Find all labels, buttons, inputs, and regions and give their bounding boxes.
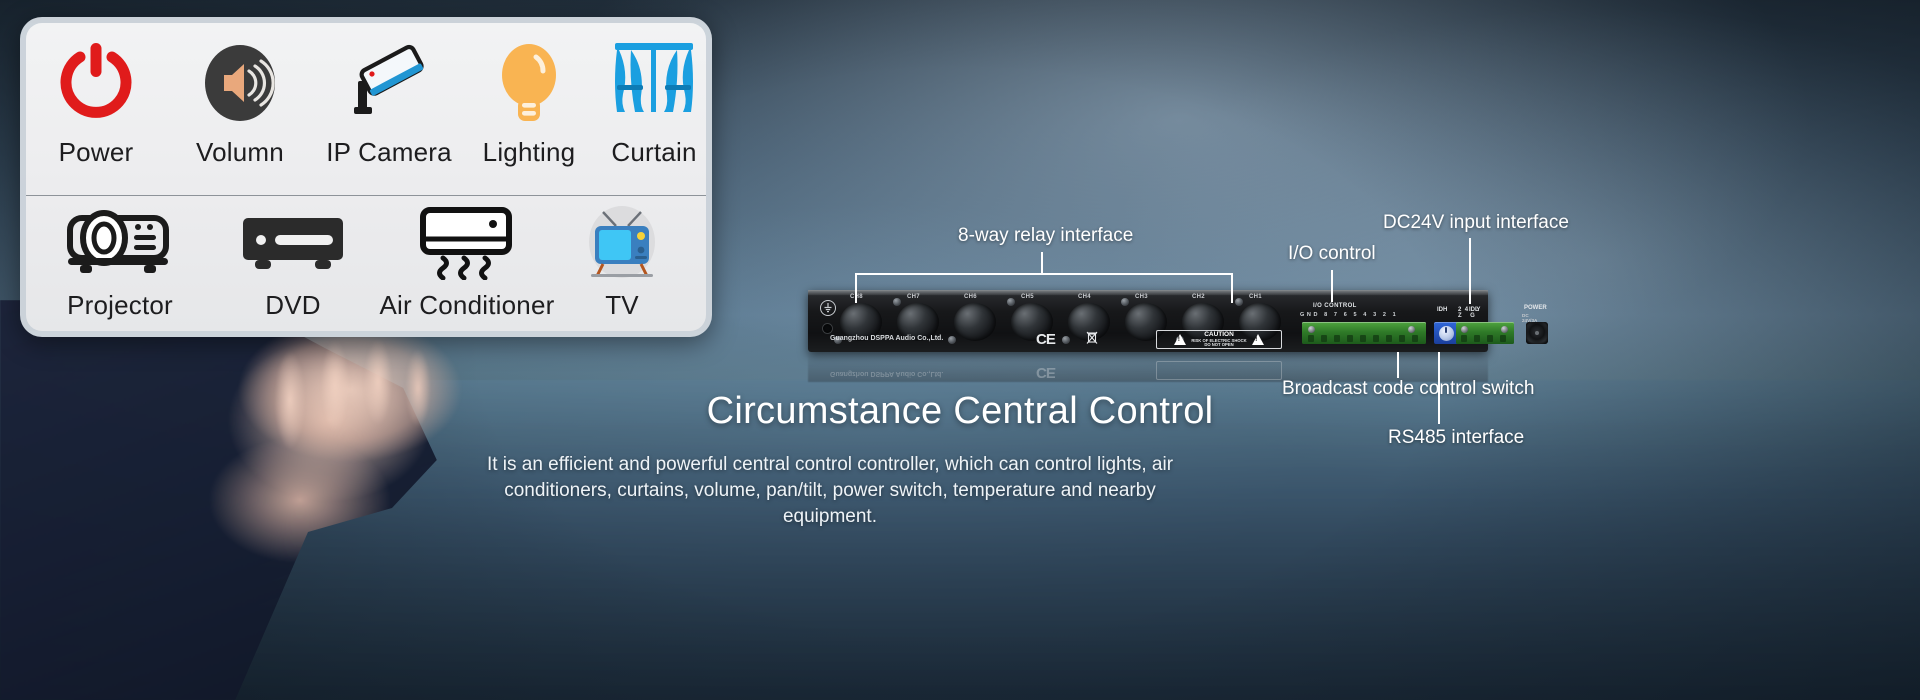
panel-item-label: Volumn xyxy=(196,137,284,167)
callout-io-stem xyxy=(1331,270,1333,302)
control-panel-card: Power Volumn IP Camera Lighting Curtain … xyxy=(20,17,712,337)
projector-icon xyxy=(64,206,176,280)
weee-bin-icon xyxy=(1086,330,1098,346)
caution-line-2: DO NOT OPEN xyxy=(1204,341,1234,347)
reflected-brand-text: Guangzhou DSPPA Audio Co.,Ltd. xyxy=(830,370,944,377)
air-conditioner-icon xyxy=(417,206,517,280)
panel-row-bottom: Projector DVD Air Conditioner TV xyxy=(26,195,706,331)
screw-icon xyxy=(948,336,956,344)
warning-triangle-icon: ! xyxy=(1174,334,1187,345)
panel-item-air-conditioner[interactable]: Air Conditioner xyxy=(372,196,562,331)
caution-label: ! CAUTION RISK OF ELECTRIC SHOCK DO NOT … xyxy=(1156,330,1282,349)
ground-symbol-icon xyxy=(820,300,836,316)
panel-item-lighting[interactable]: Lighting xyxy=(464,23,594,195)
panel-item-label: Power xyxy=(58,137,134,167)
panel-item-dvd[interactable]: DVD xyxy=(214,196,372,331)
panel-item-power[interactable]: Power xyxy=(26,23,166,195)
device-brand-text: Guangzhou DSPPA Audio Co.,Ltd. xyxy=(830,335,944,342)
callout-io-label: I/O control xyxy=(1288,243,1376,264)
channel-label: CH4 xyxy=(1078,294,1091,300)
power-icon xyxy=(58,37,134,129)
page-title: Circumstance Central Control xyxy=(706,390,1214,432)
tv-icon xyxy=(583,206,661,280)
light-bulb-icon xyxy=(496,37,562,129)
dvd-player-icon xyxy=(237,206,349,280)
reflected-ce-mark: CE xyxy=(1036,364,1055,380)
callout-relay-leg-right xyxy=(1231,273,1233,303)
ground-pin[interactable] xyxy=(823,324,832,333)
volume-icon xyxy=(202,37,278,129)
rs485-pin-labels: 24 Y Z G xyxy=(1458,307,1484,319)
panel-item-label: DVD xyxy=(265,290,321,320)
dc24v-input-jack[interactable] xyxy=(1526,322,1548,344)
panel-item-label: Curtain xyxy=(611,137,697,167)
screw-icon xyxy=(893,298,901,306)
ce-mark-icon: CE xyxy=(1036,331,1056,348)
panel-item-curtain[interactable]: Curtain xyxy=(594,23,706,195)
io-control-label: I/O CONTROL xyxy=(1313,303,1357,309)
channel-label: CH2 xyxy=(1192,294,1205,300)
caution-title: CAUTION xyxy=(1204,330,1234,338)
panel-item-label: Projector xyxy=(67,290,173,320)
screw-icon xyxy=(1062,336,1070,344)
dip-label-idh: IDH xyxy=(1437,307,1448,313)
callout-dc24v-stem xyxy=(1469,238,1471,304)
rs485-terminal-block[interactable] xyxy=(1456,322,1514,344)
central-control-device: CH8 CH7 CH6 CH5 CH4 CH3 CH2 CH1 Guangzho… xyxy=(808,290,1548,352)
screw-icon xyxy=(1235,298,1243,306)
callout-relay-leg-left xyxy=(855,273,857,303)
callout-dc24v-label: DC24V input interface xyxy=(1383,212,1569,233)
io-terminal-block[interactable] xyxy=(1302,322,1426,344)
panel-item-label: IP Camera xyxy=(326,137,452,167)
panel-item-volumn[interactable]: Volumn xyxy=(166,23,314,195)
reflected-caution-label xyxy=(1156,361,1282,380)
panel-row-top: Power Volumn IP Camera Lighting Curtain xyxy=(26,23,706,195)
channel-label: CH3 xyxy=(1135,294,1148,300)
panel-item-label: Air Conditioner xyxy=(379,290,555,320)
screw-icon xyxy=(1007,298,1015,306)
warning-triangle-icon: ! xyxy=(1251,334,1264,345)
callout-relay-stem xyxy=(1041,252,1043,274)
panel-item-label: TV xyxy=(605,290,639,320)
panel-item-ip-camera[interactable]: IP Camera xyxy=(314,23,464,195)
channel-label: CH6 xyxy=(964,294,977,300)
relay-knob-ch6[interactable] xyxy=(954,303,996,341)
io-pin-numbers: GND 8 7 6 5 4 3 2 1 xyxy=(1300,312,1399,318)
panel-item-label: Lighting xyxy=(482,137,576,167)
curtain-icon xyxy=(611,37,697,129)
channel-label: CH1 xyxy=(1249,294,1262,300)
channel-label: CH5 xyxy=(1021,294,1034,300)
page-description: It is an efficient and powerful central … xyxy=(486,454,1174,528)
callout-relay-label: 8-way relay interface xyxy=(958,225,1134,246)
screw-icon xyxy=(1121,298,1129,306)
panel-item-projector[interactable]: Projector xyxy=(26,196,214,331)
panel-item-tv[interactable]: TV xyxy=(562,196,682,331)
callout-relay-bracket xyxy=(855,273,1233,275)
channel-label: CH7 xyxy=(907,294,920,300)
ip-camera-icon xyxy=(348,37,430,129)
device-reflection-text: Guangzhou DSPPA Audio Co.,Ltd. CE xyxy=(808,354,1488,380)
power-label: POWER xyxy=(1524,305,1547,311)
callout-broadcast-stem xyxy=(1397,352,1399,378)
